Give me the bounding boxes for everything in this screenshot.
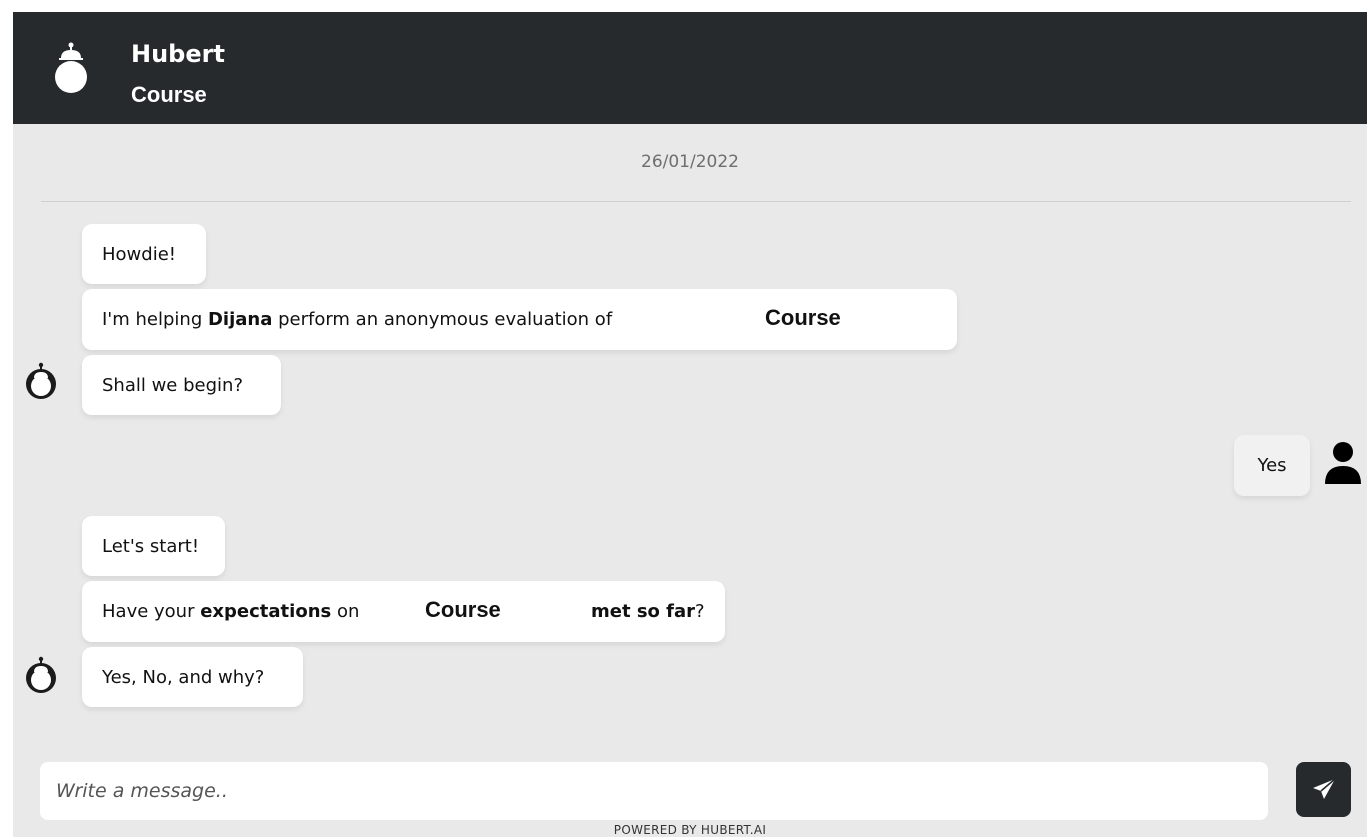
bot-message: Yes, No, and why?: [82, 647, 303, 707]
user-message: Yes: [1234, 435, 1310, 496]
bot-message: Shall we begin?: [82, 355, 281, 415]
message-bold-expectations: expectations: [200, 601, 332, 622]
powered-by: POWERED BY HUBERT.AI: [613, 823, 767, 837]
bot-message: Have your expectations on Course met so …: [82, 581, 725, 642]
chat-subtitle: Course: [131, 82, 207, 107]
message-bold-met: met so far?: [591, 581, 705, 642]
message-text: Let's start!: [102, 535, 200, 557]
message-text-prefix: I'm helping: [102, 309, 208, 330]
message-bold-met-text: met so far: [591, 601, 696, 622]
robot-avatar-icon: [26, 362, 56, 399]
message-text: Howdie!: [102, 243, 176, 265]
message-text: Yes: [1257, 455, 1287, 476]
course-label: Course: [425, 597, 501, 622]
divider: [41, 201, 1351, 202]
message-text: Shall we begin?: [102, 374, 243, 396]
message-bold-name: Dijana: [207, 309, 273, 330]
bot-message: Howdie!: [82, 224, 206, 284]
date-separator: 26/01/2022: [641, 152, 739, 172]
message-text-suffix: perform an anonymous evaluation of: [272, 309, 613, 330]
user-icon: [1325, 442, 1361, 484]
bot-message: I'm helping Dijana perform an anonymous …: [82, 289, 957, 350]
robot-avatar-icon: [55, 42, 87, 93]
send-icon: [1312, 777, 1336, 799]
send-button[interactable]: [1296, 762, 1351, 817]
message-text-end: ?: [695, 601, 705, 622]
chat-header: Hubert Course: [13, 12, 1367, 124]
bot-name: Hubert: [131, 40, 225, 68]
robot-avatar-icon: [26, 656, 56, 693]
course-label: Course: [765, 305, 841, 330]
chat-window: Hubert Course 26/01/2022 Howdie! I'm hel…: [13, 12, 1367, 837]
message-input[interactable]: [40, 762, 1268, 820]
message-text-prefix: Have your: [102, 601, 201, 622]
message-text-mid: on: [331, 601, 366, 622]
message-text: Yes, No, and why?: [102, 666, 265, 688]
bot-message: Let's start!: [82, 516, 225, 576]
